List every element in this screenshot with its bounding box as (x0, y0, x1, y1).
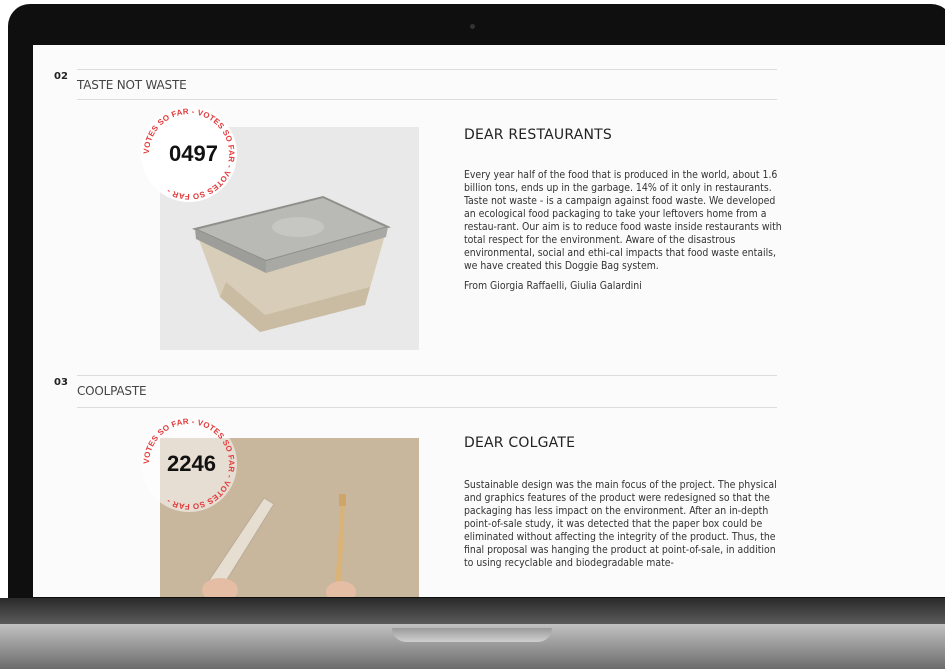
divider (77, 407, 777, 408)
entry-title[interactable]: COOLPASTE (77, 384, 147, 398)
entry-heading: DEAR RESTAURANTS (464, 127, 612, 143)
vote-count: 2246 (167, 451, 216, 476)
divider (77, 69, 777, 70)
camera-icon (470, 24, 475, 29)
credits: From Giorgia Raffaelli, Giulia Galardini (464, 280, 642, 292)
description-paragraph: Every year half of the food that is prod… (464, 169, 782, 272)
entry-number: 03 (54, 377, 68, 388)
laptop-hinge (0, 598, 945, 624)
entry-number: 02 (54, 71, 68, 82)
entry-heading: DEAR COLGATE (464, 435, 576, 451)
entry-description: Sustainable design was the main focus of… (464, 479, 782, 577)
entry-description: Every year half of the food that is prod… (464, 169, 782, 300)
laptop-opening-notch (392, 628, 552, 642)
vote-count: 0497 (169, 141, 218, 166)
description-paragraph: Sustainable design was the main focus of… (464, 479, 777, 569)
divider (77, 375, 777, 376)
entry-title[interactable]: TASTE NOT WASTE (77, 78, 187, 92)
laptop-screen: 02 TASTE NOT WASTE VOTES SO FAR - VOTES … (33, 45, 945, 597)
